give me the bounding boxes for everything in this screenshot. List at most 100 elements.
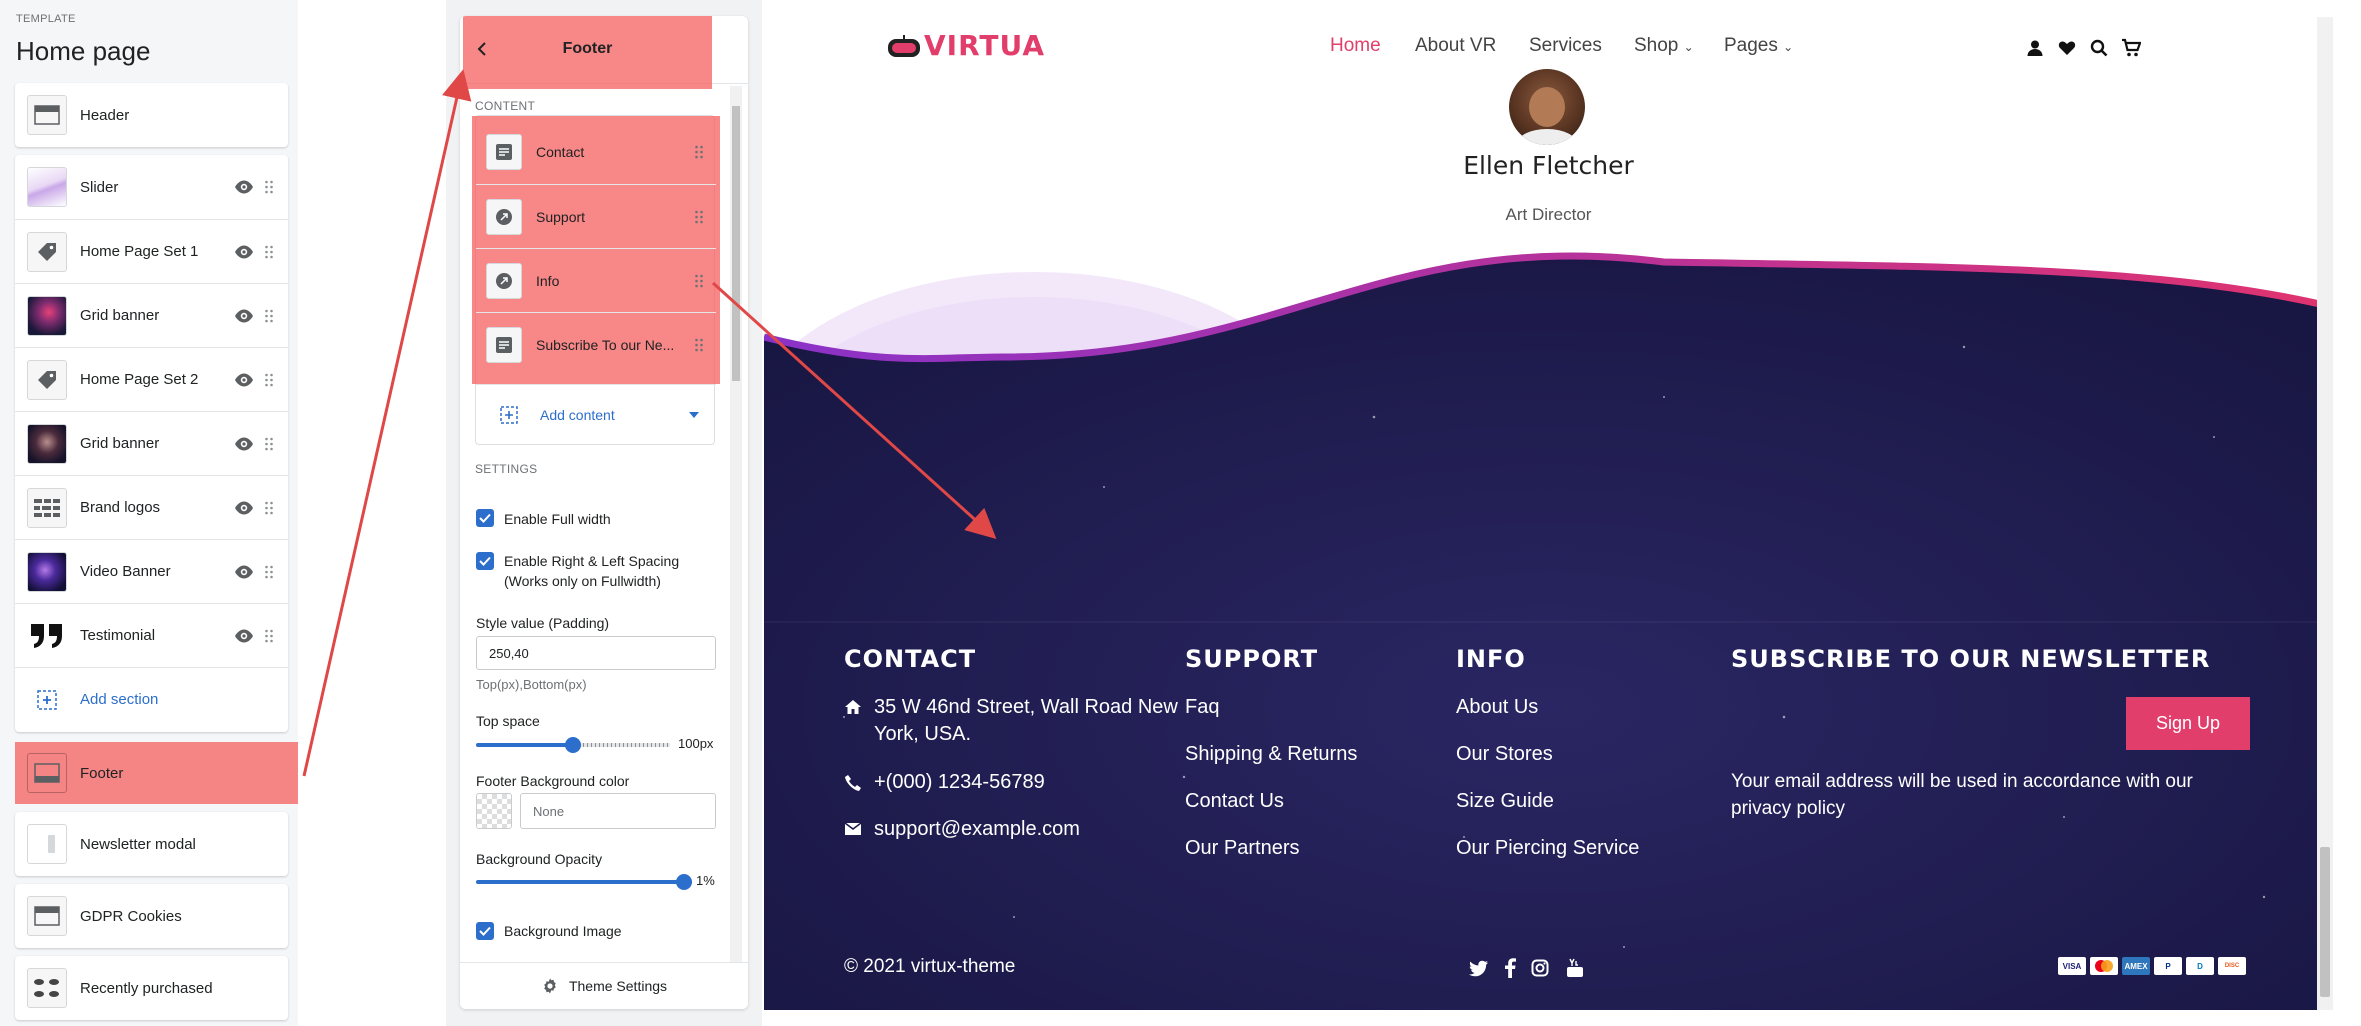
- nav-shop-label: Shop: [1634, 35, 1679, 56]
- section-gdpr-cookies[interactable]: GDPR Cookies: [15, 884, 288, 948]
- top-space-slider[interactable]: [476, 737, 670, 753]
- drag-handle-icon[interactable]: [264, 244, 274, 260]
- facebook-icon[interactable]: [1504, 958, 1516, 978]
- footer-phone[interactable]: +(000) 1234-56789: [874, 771, 1045, 794]
- eye-icon[interactable]: [234, 562, 254, 582]
- add-section-button[interactable]: Add section: [15, 667, 288, 731]
- drag-handle-icon[interactable]: [264, 372, 274, 388]
- cart-icon[interactable]: [2121, 38, 2141, 58]
- section-header[interactable]: Header: [15, 83, 288, 147]
- bg-color-input[interactable]: None: [520, 793, 716, 829]
- footer-section-row[interactable]: Footer: [15, 742, 298, 804]
- drag-handle-icon[interactable]: [694, 144, 704, 160]
- drag-handle-icon[interactable]: [264, 436, 274, 452]
- drag-handle-icon[interactable]: [264, 500, 274, 516]
- twitter-icon[interactable]: [1469, 960, 1489, 977]
- section-grid-banner[interactable]: Grid banner: [15, 283, 288, 347]
- support-link-partners[interactable]: Our Partners: [1185, 837, 1299, 860]
- section-label: Brand logos: [80, 499, 161, 516]
- instagram-icon[interactable]: [1531, 959, 1549, 977]
- header-card[interactable]: Header: [15, 83, 288, 147]
- section-newsletter-modal[interactable]: Newsletter modal: [15, 812, 288, 876]
- search-icon[interactable]: [2090, 39, 2108, 57]
- youtube-icon[interactable]: [1566, 958, 1584, 978]
- eye-icon[interactable]: [234, 177, 254, 197]
- full-width-checkbox[interactable]: [476, 509, 494, 527]
- eye-icon[interactable]: [234, 242, 254, 262]
- top-space-fill: [476, 743, 573, 747]
- section-home-page-set-1[interactable]: Home Page Set 1: [15, 219, 288, 283]
- info-link-stores[interactable]: Our Stores: [1456, 743, 1553, 766]
- heart-icon[interactable]: [2058, 39, 2076, 57]
- info-link-size-guide[interactable]: Size Guide: [1456, 790, 1554, 813]
- nav-pages[interactable]: Pages ⌄: [1724, 35, 1793, 57]
- eye-icon[interactable]: [234, 370, 254, 390]
- editor-header: Footer: [460, 16, 748, 89]
- nav-home[interactable]: Home: [1330, 35, 1381, 57]
- drag-handle-icon[interactable]: [694, 337, 704, 353]
- block-contact[interactable]: Contact: [476, 120, 716, 184]
- add-content-button[interactable]: Add content: [476, 384, 716, 444]
- nav-about[interactable]: About VR: [1415, 35, 1496, 57]
- nav-services[interactable]: Services: [1529, 35, 1602, 57]
- drag-handle-icon[interactable]: [264, 628, 274, 644]
- style-value-label: Style value (Padding): [476, 615, 610, 631]
- top-space-thumb[interactable]: [565, 737, 581, 753]
- section-brand-logos[interactable]: Brand logos: [15, 475, 288, 539]
- newsletter-note-line2[interactable]: privacy policy: [1731, 798, 1845, 820]
- account-icon[interactable]: [2026, 39, 2044, 57]
- drag-handle-icon[interactable]: [264, 179, 274, 195]
- preview-scrollbar[interactable]: [2317, 17, 2333, 1010]
- section-grid-banner-2[interactable]: Grid banner: [15, 411, 288, 475]
- eye-icon[interactable]: [234, 498, 254, 518]
- info-link-piercing[interactable]: Our Piercing Service: [1456, 837, 1639, 860]
- footer-email[interactable]: support@example.com: [874, 818, 1080, 841]
- block-subscribe[interactable]: Subscribe To our Ne...: [476, 312, 716, 376]
- style-value-hint: Top(px),Bottom(px): [476, 677, 587, 692]
- quote-icon: [27, 615, 67, 656]
- section-footer[interactable]: Footer: [15, 742, 298, 804]
- opacity-thumb[interactable]: [676, 874, 692, 890]
- style-value-input[interactable]: 250,40: [476, 636, 716, 670]
- paypal-card-icon: P: [2154, 957, 2182, 975]
- opacity-slider[interactable]: [476, 874, 692, 890]
- color-swatch[interactable]: [476, 793, 512, 829]
- spacing-checkbox[interactable]: [476, 552, 494, 570]
- section-slider[interactable]: Slider: [15, 155, 288, 219]
- mastercard-icon: [2090, 957, 2118, 975]
- header-thumb-icon: [27, 95, 67, 135]
- signup-button[interactable]: Sign Up: [2126, 697, 2250, 750]
- block-info[interactable]: Info: [476, 248, 716, 312]
- info-link-about[interactable]: About Us: [1456, 696, 1538, 719]
- full-width-label: Enable Full width: [504, 511, 611, 527]
- gdpr-card[interactable]: GDPR Cookies: [15, 884, 288, 948]
- eye-icon[interactable]: [234, 434, 254, 454]
- section-label: Grid banner: [80, 435, 160, 452]
- drag-handle-icon[interactable]: [694, 273, 704, 289]
- video-banner-thumb: [27, 551, 67, 592]
- section-testimonial[interactable]: Testimonial: [15, 603, 288, 667]
- eye-icon[interactable]: [234, 626, 254, 646]
- section-recently-purchased[interactable]: Recently purchased: [15, 956, 288, 1020]
- editor-scrollbar[interactable]: [730, 86, 742, 962]
- drag-handle-icon[interactable]: [694, 209, 704, 225]
- section-home-page-set-2[interactable]: Home Page Set 2: [15, 347, 288, 411]
- nav-shop[interactable]: Shop ⌄: [1634, 35, 1694, 57]
- brand-logo[interactable]: VIRTUA: [924, 29, 1045, 62]
- theme-settings-button[interactable]: Theme Settings: [460, 962, 748, 1009]
- block-support[interactable]: Support: [476, 184, 716, 248]
- section-video-banner[interactable]: Video Banner: [15, 539, 288, 603]
- footer-address-line1: 35 W 46nd Street, Wall Road New: [874, 696, 1178, 718]
- support-link-shipping[interactable]: Shipping & Returns: [1185, 743, 1357, 766]
- support-link-faq[interactable]: Faq: [1185, 696, 1219, 719]
- newsletter-card[interactable]: Newsletter modal: [15, 812, 288, 876]
- eye-icon[interactable]: [234, 306, 254, 326]
- drag-handle-icon[interactable]: [264, 564, 274, 580]
- support-link-contact[interactable]: Contact Us: [1185, 790, 1284, 813]
- scrollbar-thumb[interactable]: [732, 106, 740, 381]
- bg-image-checkbox[interactable]: [476, 922, 494, 940]
- recent-card[interactable]: Recently purchased: [15, 956, 288, 1020]
- preview-scrollbar-thumb[interactable]: [2320, 847, 2330, 997]
- tag-icon: [27, 231, 67, 272]
- drag-handle-icon[interactable]: [264, 308, 274, 324]
